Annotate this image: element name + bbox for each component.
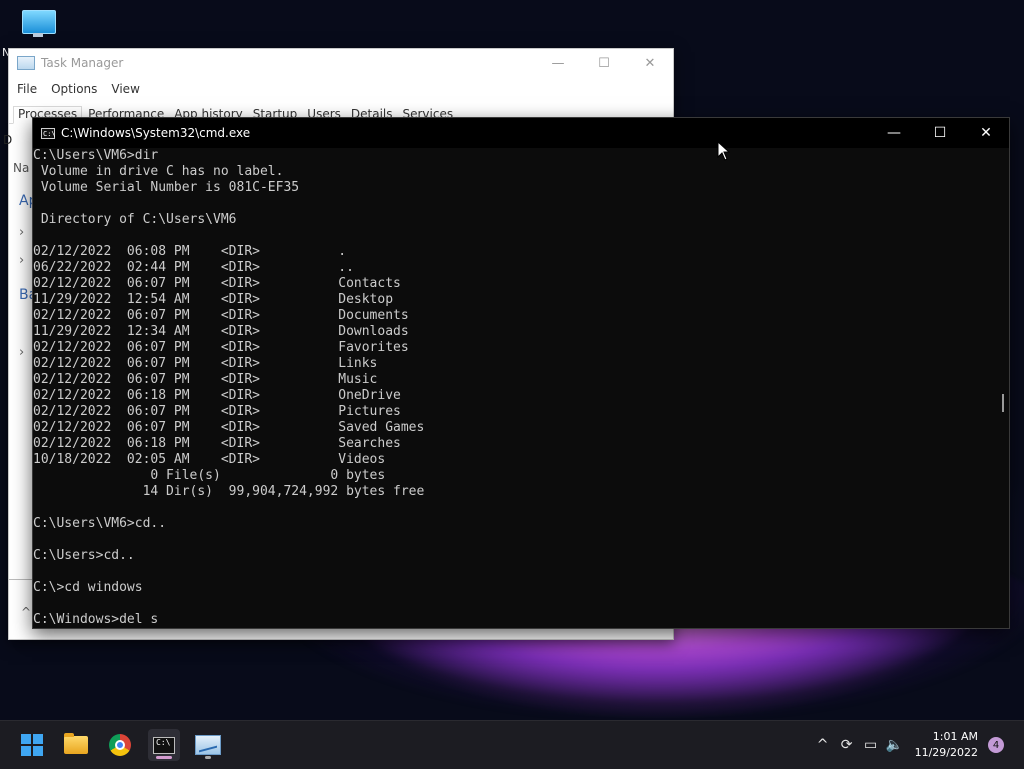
- menu-file[interactable]: File: [17, 82, 37, 96]
- active-window-indicator: [156, 756, 172, 759]
- terminal-line: 11/29/2022 12:54 AM <DIR> Desktop: [33, 292, 394, 307]
- terminal-line: 02/12/2022 06:07 PM <DIR> Music: [33, 372, 378, 387]
- terminal-line: C:\Users\VM6>cd..: [33, 516, 167, 531]
- clock-time: 1:01 AM: [932, 730, 978, 743]
- sync-icon[interactable]: ⟳: [835, 737, 859, 753]
- cmd-window-controls: — ☐ ✕: [871, 118, 1009, 148]
- terminal-line: 02/12/2022 06:18 PM <DIR> Searches: [33, 436, 401, 451]
- file-explorer-button[interactable]: [60, 729, 92, 761]
- fewer-details-chevron-icon[interactable]: ^: [21, 605, 31, 619]
- chrome-icon: [109, 734, 131, 756]
- close-icon[interactable]: ✕: [627, 49, 673, 77]
- network-icon[interactable]: ▭: [859, 737, 883, 753]
- mouse-pointer-icon: [717, 141, 731, 161]
- expand-chevron-icon[interactable]: ›: [19, 253, 24, 268]
- terminal-line: 10/18/2022 02:05 AM <DIR> Videos: [33, 452, 386, 467]
- cmd-scrollbar-thumb[interactable]: [1002, 394, 1004, 412]
- terminal-line: 0 File(s) 0 bytes: [33, 468, 386, 483]
- terminal-line: Volume Serial Number is 081C-EF35: [33, 180, 300, 195]
- task-manager-title: Task Manager: [41, 56, 124, 70]
- clock[interactable]: 1:01 AM 11/29/2022: [907, 729, 988, 761]
- expand-chevron-icon[interactable]: ›: [19, 225, 24, 240]
- cmd-titlebar[interactable]: C:\ C:\Windows\System32\cmd.exe: [33, 118, 1009, 148]
- volume-icon[interactable]: 🔈: [883, 737, 907, 753]
- notification-badge[interactable]: 4: [988, 737, 1004, 753]
- cmd-minimize-icon[interactable]: —: [871, 118, 917, 148]
- menu-view[interactable]: View: [111, 82, 139, 96]
- terminal-line: 02/12/2022 06:07 PM <DIR> Contacts: [33, 276, 401, 291]
- tm-divider: [9, 579, 33, 580]
- terminal-line: 02/12/2022 06:07 PM <DIR> Links: [33, 356, 378, 371]
- task-manager-icon: [195, 735, 221, 755]
- terminal-line: C:\>cd windows: [33, 580, 143, 595]
- terminal-line: C:\Users>cd..: [33, 548, 135, 563]
- terminal-line: 14 Dir(s) 99,904,724,992 bytes free: [33, 484, 425, 499]
- running-indicator: [205, 756, 211, 759]
- this-pc-desktop-icon[interactable]: [22, 10, 56, 38]
- terminal-line: Volume in drive C has no label.: [33, 164, 284, 179]
- maximize-icon[interactable]: ☐: [581, 49, 627, 77]
- windows-logo-icon: [21, 734, 43, 756]
- folder-icon: [64, 733, 88, 754]
- cmd-maximize-icon[interactable]: ☐: [917, 118, 963, 148]
- cmd-icon: C:\: [153, 736, 175, 754]
- monitor-stand: [33, 33, 43, 37]
- cmd-title: C:\Windows\System32\cmd.exe: [61, 126, 251, 140]
- cmd-scrollbar[interactable]: [997, 148, 1009, 628]
- show-hidden-icons-chevron-icon[interactable]: ^: [811, 737, 835, 753]
- terminal-line: Directory of C:\Users\VM6: [33, 212, 237, 227]
- task-manager-menubar: File Options View: [9, 77, 673, 101]
- terminal-line: 02/12/2022 06:07 PM <DIR> Documents: [33, 308, 409, 323]
- terminal-line: 02/12/2022 06:07 PM <DIR> Favorites: [33, 340, 409, 355]
- cmd-taskbar-button[interactable]: C:\: [148, 729, 180, 761]
- monitor-icon: [22, 10, 56, 34]
- tm-fragment-d: D: [3, 133, 13, 147]
- cmd-window[interactable]: C:\ C:\Windows\System32\cmd.exe — ☐ ✕ C:…: [32, 117, 1010, 629]
- cmd-close-icon[interactable]: ✕: [963, 118, 1009, 148]
- terminal-output[interactable]: C:\Users\VM6>dir Volume in drive C has n…: [33, 148, 997, 628]
- expand-chevron-icon[interactable]: ›: [19, 345, 24, 360]
- terminal-line: 02/12/2022 06:08 PM <DIR> .: [33, 244, 347, 259]
- terminal-line: 06/22/2022 02:44 PM <DIR> ..: [33, 260, 354, 275]
- task-manager-window-controls: — ☐ ✕: [535, 49, 673, 77]
- terminal-line: 02/12/2022 06:07 PM <DIR> Pictures: [33, 404, 401, 419]
- task-manager-icon: [17, 56, 35, 70]
- menu-options[interactable]: Options: [51, 82, 97, 96]
- terminal-line: C:\Users\VM6>dir: [33, 148, 159, 163]
- clock-date: 11/29/2022: [914, 746, 978, 759]
- terminal-line: 11/29/2022 12:34 AM <DIR> Downloads: [33, 324, 409, 339]
- cmd-icon: C:\: [41, 127, 56, 139]
- taskbar: C:\ ^ ⟳ ▭ 🔈 1:01 AM 11/29/2022 4: [0, 720, 1024, 769]
- terminal-line: 02/12/2022 06:18 PM <DIR> OneDrive: [33, 388, 401, 403]
- system-tray: ^ ⟳ ▭ 🔈 1:01 AM 11/29/2022 4: [811, 721, 1024, 769]
- terminal-line: C:\Windows>del s: [33, 612, 159, 627]
- tm-fragment-name-header[interactable]: Na: [13, 161, 29, 175]
- start-button[interactable]: [16, 729, 48, 761]
- chrome-button[interactable]: [104, 729, 136, 761]
- task-manager-taskbar-button[interactable]: [192, 729, 224, 761]
- terminal-line: 02/12/2022 06:07 PM <DIR> Saved Games: [33, 420, 425, 435]
- minimize-icon[interactable]: —: [535, 49, 581, 77]
